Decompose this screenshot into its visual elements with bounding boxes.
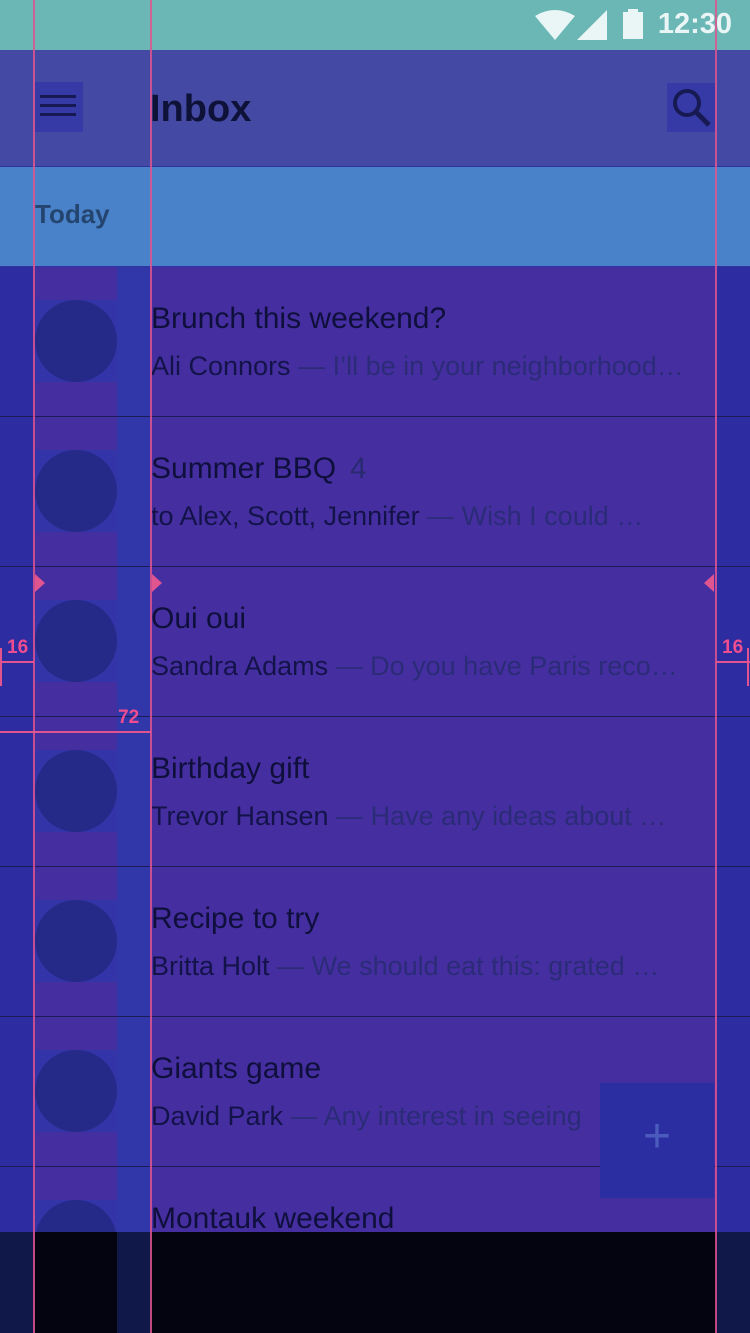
margin-measure-tick xyxy=(747,648,749,686)
email-sender: Britta Holt xyxy=(151,951,270,981)
margin-guide xyxy=(0,867,35,1016)
page-title: Inbox xyxy=(150,88,252,130)
status-bar: 12:30 xyxy=(0,0,750,50)
email-sender: David Park xyxy=(151,1101,284,1131)
hamburger-menu-icon xyxy=(40,95,76,116)
email-subject: Montauk weekend xyxy=(151,1202,395,1235)
margin-guide xyxy=(716,417,750,566)
content-keyline xyxy=(150,0,152,1333)
left-margin-keyline xyxy=(33,0,35,1333)
email-snippet: Any interest in seeing xyxy=(323,1101,582,1131)
keyline-guide xyxy=(117,867,151,1016)
margin-guide xyxy=(716,867,750,1016)
email-sender: Trevor Hansen xyxy=(151,801,329,831)
cellular-signal-icon xyxy=(577,10,607,40)
avatar xyxy=(35,750,117,832)
list-item[interactable]: Summer BBQ 4 to Alex, Scott, Jennifer — W… xyxy=(0,417,750,567)
compose-fab-button[interactable]: + xyxy=(600,1083,714,1198)
email-preview: to Alex, Scott, Jennifer — Wish I could … xyxy=(151,501,644,531)
margin-guide xyxy=(0,417,35,566)
marker-arrow-icon xyxy=(152,574,162,592)
keyline-guide xyxy=(117,1017,151,1166)
list-item[interactable]: Birthday gift Trevor Hansen — Have any i… xyxy=(0,717,750,867)
wifi-icon xyxy=(535,10,575,40)
avatar xyxy=(35,600,117,682)
email-subject: Recipe to try xyxy=(151,902,320,935)
email-preview: Trevor Hansen — Have any ideas about … xyxy=(151,801,667,831)
email-snippet: Do you have Paris reco… xyxy=(370,651,678,681)
margin-guide xyxy=(0,717,35,866)
battery-icon xyxy=(623,9,643,39)
email-sender: Ali Connors xyxy=(151,351,291,381)
email-subject: Birthday gift xyxy=(151,752,310,785)
inset-measure-line xyxy=(0,731,151,733)
subheader-label: Today xyxy=(35,199,110,229)
email-preview: Ali Connors — I’ll be in your neighborho… xyxy=(151,351,684,381)
margin-guide xyxy=(716,1232,750,1333)
email-subject: Summer BBQ 4 xyxy=(151,452,367,485)
app-bar: Inbox xyxy=(0,50,750,166)
list-subheader: Today xyxy=(0,167,750,266)
keyline-guide xyxy=(117,1232,151,1333)
avatar xyxy=(35,900,117,982)
margin-guide xyxy=(0,267,35,416)
email-sender: Sandra Adams xyxy=(151,651,329,681)
margin-measure-tick xyxy=(0,648,2,686)
status-time: 12:30 xyxy=(657,8,732,40)
plus-icon: + xyxy=(642,1110,672,1163)
email-subject: Oui oui xyxy=(151,602,247,635)
list-item[interactable]: Brunch this weekend? Ali Connors — I’ll … xyxy=(0,267,750,417)
email-sender: to Alex, Scott, Jennifer xyxy=(151,501,420,531)
keyline-guide xyxy=(117,717,151,866)
avatar xyxy=(35,300,117,382)
email-snippet: I’ll be in your neighborhood… xyxy=(332,351,684,381)
margin-guide xyxy=(716,1017,750,1166)
email-subject: Brunch this weekend? xyxy=(151,302,447,335)
search-button[interactable] xyxy=(667,83,715,132)
email-preview: Sandra Adams — Do you have Paris reco… xyxy=(151,651,678,681)
email-preview: David Park — Any interest in seeing xyxy=(151,1101,582,1131)
email-preview: Britta Holt — We should eat this: grated… xyxy=(151,951,660,981)
navigation-bar xyxy=(0,1232,750,1333)
marker-arrow-icon xyxy=(704,574,714,592)
margin-guide xyxy=(0,1232,35,1333)
keyline-guide xyxy=(117,267,151,416)
email-snippet: Have any ideas about … xyxy=(370,801,667,831)
menu-button[interactable] xyxy=(35,82,83,132)
right-margin-keyline xyxy=(715,0,717,1333)
margin-guide xyxy=(716,717,750,866)
list-item[interactable]: Oui oui Sandra Adams — Do you have Paris… xyxy=(0,567,750,717)
margin-measure-line xyxy=(0,661,34,663)
margin-guide xyxy=(0,1017,35,1166)
keyline-guide xyxy=(117,567,151,716)
avatar xyxy=(35,1050,117,1132)
left-margin-label: 16 xyxy=(7,637,29,658)
email-subject: Giants game xyxy=(151,1052,322,1085)
margin-guide xyxy=(716,267,750,416)
right-margin-label: 16 xyxy=(722,637,744,658)
email-snippet: Wish I could … xyxy=(461,501,644,531)
email-snippet: We should eat this: grated … xyxy=(311,951,660,981)
marker-arrow-icon xyxy=(35,574,45,592)
thread-count: 4 xyxy=(350,452,367,485)
search-icon xyxy=(673,89,711,127)
list-item[interactable]: Recipe to try Britta Holt — We should ea… xyxy=(0,867,750,1017)
margin-measure-line xyxy=(716,661,750,663)
avatar xyxy=(35,450,117,532)
content-inset-label: 72 xyxy=(118,707,140,728)
keyline-guide xyxy=(117,417,151,566)
